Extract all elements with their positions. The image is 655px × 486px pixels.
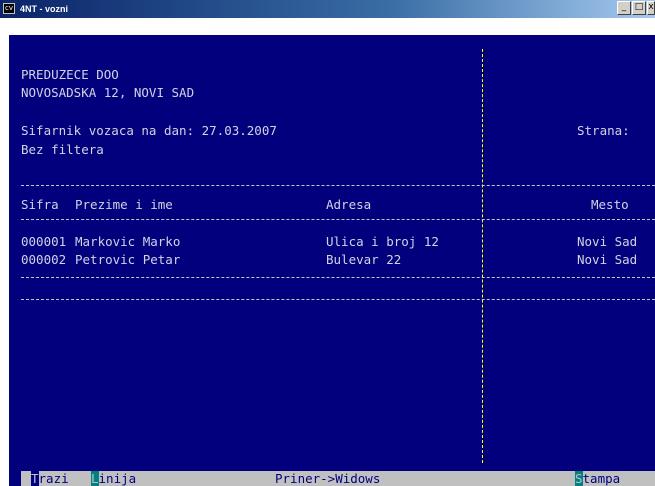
column-separator xyxy=(482,49,483,463)
stampa-label: tampa xyxy=(582,471,621,486)
rows-divider xyxy=(21,277,655,278)
footer-divider xyxy=(21,299,655,300)
window-title: 4NT - vozni xyxy=(20,4,69,14)
column-header-ime: Prezime i ime xyxy=(75,197,173,212)
header-bottom-divider xyxy=(21,219,655,220)
row-adresa: Ulica i broj 12 xyxy=(326,234,439,249)
linija-label: inija xyxy=(98,471,137,486)
company-name: PREDUZECE DOO xyxy=(21,67,119,82)
company-address: NOVOSADSKA 12, NOVI SAD xyxy=(21,85,195,100)
row-ime: Petrovic Petar xyxy=(75,252,181,267)
close-button[interactable]: x xyxy=(647,1,655,15)
trazi-hotkey: T xyxy=(31,471,39,486)
page-label: Strana: xyxy=(577,123,630,138)
row-adresa: Bulevar 22 xyxy=(326,252,402,267)
report-subtitle: Sifarnik vozaca na dan: 27.03.2007 xyxy=(21,123,277,138)
stampa-menu-item[interactable]: Stampa xyxy=(575,471,620,486)
row-ime: Markovic Marko xyxy=(75,234,181,249)
column-header-mesto: Mesto xyxy=(591,197,629,212)
function-key-bar: Trazi Linija Priner->Widows Stampa xyxy=(21,471,655,486)
window-controls: _ □ x xyxy=(617,1,655,15)
minimize-button[interactable]: _ xyxy=(617,1,631,15)
title-bar[interactable]: cv 4NT - vozni _ □ x xyxy=(0,0,655,18)
maximize-button[interactable]: □ xyxy=(632,1,646,15)
linija-menu-item[interactable]: Linija xyxy=(91,471,136,486)
column-header-adresa: Adresa xyxy=(326,197,372,212)
row-sifra: 000001 xyxy=(21,234,67,249)
filter-status: Bez filtera xyxy=(21,142,104,157)
row-mesto: Novi Sad xyxy=(577,234,638,249)
stampa-hotkey: S xyxy=(575,471,583,486)
trazi-menu-item[interactable]: Trazi xyxy=(31,471,69,486)
row-sifra: 000002 xyxy=(21,252,67,267)
printer-menu-item[interactable]: Priner->Widows xyxy=(275,471,380,486)
header-top-divider xyxy=(21,185,655,186)
console-screen[interactable]: PREDUZECE DOO NOVOSADSKA 12, NOVI SAD Si… xyxy=(9,35,655,486)
row-mesto: Novi Sad xyxy=(577,252,638,267)
linija-hotkey: L xyxy=(91,471,99,486)
console-app-icon[interactable]: cv xyxy=(3,3,15,14)
column-header-sifra: Sifra xyxy=(21,197,59,212)
trazi-label: razi xyxy=(38,471,69,486)
